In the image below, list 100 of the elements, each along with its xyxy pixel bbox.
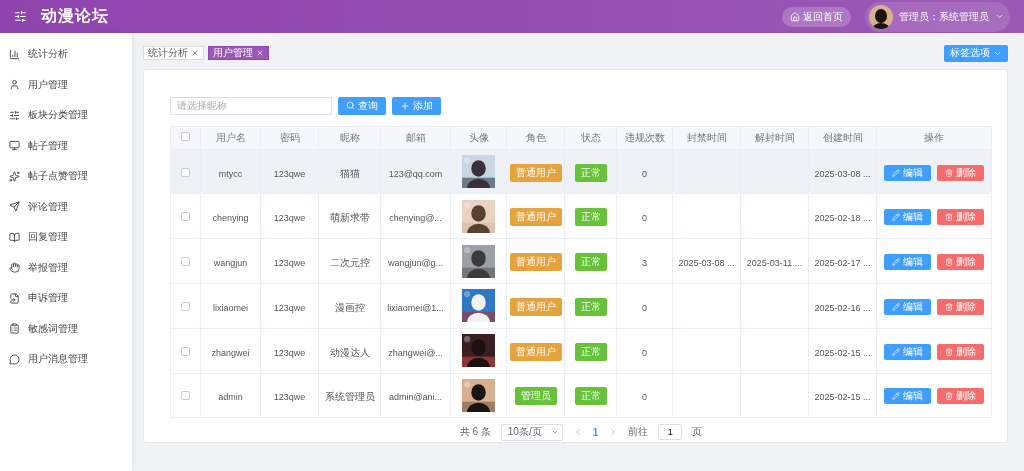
status-tag: 正常 bbox=[574, 387, 607, 406]
table-cell: 0 bbox=[642, 168, 647, 179]
table-cell: 猫猫 bbox=[339, 167, 360, 179]
sparkles-icon bbox=[9, 170, 20, 182]
tab-options-button[interactable]: 标签选项 bbox=[944, 44, 1008, 62]
table-cell: 萌新求带 bbox=[329, 212, 370, 224]
row-checkbox[interactable] bbox=[181, 212, 190, 222]
column-header: 操作 bbox=[876, 126, 992, 150]
clipboard-icon bbox=[9, 323, 20, 335]
delete-button[interactable]: 删除 bbox=[937, 164, 984, 181]
table-cell: 123qwe bbox=[273, 213, 306, 224]
table-cell: chenying bbox=[212, 213, 249, 224]
status-tag: 正常 bbox=[574, 297, 607, 316]
role-tag: 普通用户 bbox=[509, 342, 562, 361]
table-cell: 系统管理员 bbox=[324, 391, 375, 403]
query-button[interactable]: 查询 bbox=[338, 96, 386, 115]
trash-icon bbox=[945, 302, 953, 311]
sidebar-item[interactable]: 敏感词管理 bbox=[28, 321, 78, 336]
table-cell: 2025-02-15 ... bbox=[814, 392, 871, 403]
table-cell: 123qwe bbox=[273, 168, 306, 179]
table-cell: 0 bbox=[642, 392, 647, 403]
table-cell: chenying@... bbox=[389, 213, 442, 224]
table-cell: zhangwei bbox=[211, 347, 250, 358]
edit-button[interactable]: 编辑 bbox=[884, 343, 931, 360]
delete-button[interactable]: 删除 bbox=[937, 298, 984, 315]
sidebar-item[interactable]: 板块分类管理 bbox=[28, 108, 88, 123]
trash-icon bbox=[945, 168, 953, 177]
table-cell: 2025-03-11 ... bbox=[746, 258, 803, 269]
hand-icon bbox=[9, 262, 20, 274]
role-tag: 普通用户 bbox=[509, 208, 562, 227]
table-cell: 2025-02-17 ... bbox=[814, 258, 871, 269]
sidebar-item[interactable]: 统计分析 bbox=[28, 47, 68, 62]
home-button[interactable]: 返回首页 bbox=[782, 6, 851, 27]
edit-button[interactable]: 编辑 bbox=[884, 388, 931, 405]
table-cell: 2025-03-08 ... bbox=[814, 168, 871, 179]
tab[interactable]: 用户管理 bbox=[208, 46, 269, 60]
user-menu[interactable]: 管理员：系统管理员 bbox=[865, 1, 1010, 32]
select-all-checkbox[interactable] bbox=[181, 132, 190, 142]
column-header: 昵称 bbox=[318, 126, 381, 150]
chat-icon bbox=[9, 353, 20, 365]
delete-button[interactable]: 删除 bbox=[937, 209, 984, 226]
column-header: 违规次数 bbox=[616, 126, 673, 150]
table-cell: zhangwei@... bbox=[388, 347, 443, 358]
sidebar-item[interactable]: 帖子管理 bbox=[28, 138, 68, 153]
total-count: 共 6 条 bbox=[459, 425, 491, 440]
page-size-select[interactable]: 10条/页 bbox=[500, 423, 563, 441]
row-checkbox[interactable] bbox=[181, 301, 190, 311]
table-cell: lixiaomei bbox=[213, 302, 248, 313]
goto-field[interactable]: 1 bbox=[658, 424, 683, 441]
page-number[interactable]: 1 bbox=[592, 426, 599, 438]
table-cell: 123qwe bbox=[273, 392, 306, 403]
sidebar-item[interactable]: 回复管理 bbox=[28, 230, 68, 245]
table-cell: 2025-02-16 ... bbox=[814, 302, 871, 313]
table-cell: 0 bbox=[642, 213, 647, 224]
row-checkbox[interactable] bbox=[181, 257, 190, 267]
delete-button[interactable]: 删除 bbox=[937, 254, 984, 271]
sidebar-item[interactable]: 帖子点赞管理 bbox=[28, 169, 88, 184]
add-button[interactable]: 添加 bbox=[392, 96, 441, 115]
delete-button[interactable]: 删除 bbox=[937, 343, 984, 360]
column-header: 邮箱 bbox=[380, 126, 451, 150]
edit-button[interactable]: 编辑 bbox=[884, 164, 931, 181]
role-tag: 普通用户 bbox=[509, 163, 562, 182]
sidebar-item[interactable]: 评论管理 bbox=[28, 199, 68, 214]
table-cell: 动漫达人 bbox=[329, 346, 370, 358]
table-cell: 123qwe bbox=[273, 258, 306, 269]
role-tag: 普通用户 bbox=[509, 297, 562, 316]
edit-button[interactable]: 编辑 bbox=[884, 209, 931, 226]
bar-chart-icon bbox=[9, 48, 20, 60]
goto-label: 前往 bbox=[628, 425, 649, 440]
close-icon[interactable] bbox=[191, 49, 199, 57]
sidebar-item[interactable]: 申诉管理 bbox=[28, 291, 68, 306]
status-tag: 正常 bbox=[574, 208, 607, 227]
column-header: 用户名 bbox=[200, 126, 261, 150]
row-checkbox[interactable] bbox=[181, 346, 190, 356]
delete-button[interactable]: 删除 bbox=[937, 388, 984, 405]
trash-icon bbox=[945, 392, 953, 401]
sidebar-item[interactable]: 用户消息管理 bbox=[28, 352, 88, 367]
pencil-icon bbox=[892, 168, 900, 177]
pencil-icon bbox=[892, 213, 900, 222]
caret-icon bbox=[995, 12, 1004, 21]
edit-button[interactable]: 编辑 bbox=[884, 298, 931, 315]
table-cell: wangjun bbox=[213, 258, 248, 269]
pencil-icon bbox=[892, 258, 900, 267]
column-header: 创建时间 bbox=[808, 126, 877, 150]
search-field[interactable]: 请选择昵称 bbox=[170, 96, 332, 115]
edit-button[interactable]: 编辑 bbox=[884, 254, 931, 271]
row-checkbox[interactable] bbox=[181, 167, 190, 177]
pencil-icon bbox=[892, 347, 900, 356]
status-tag: 正常 bbox=[574, 342, 607, 361]
table-cell: admin@ani... bbox=[388, 392, 443, 403]
sidebar-item[interactable]: 举报管理 bbox=[28, 260, 68, 275]
row-checkbox[interactable] bbox=[181, 391, 190, 401]
tab[interactable]: 统计分析 bbox=[143, 46, 204, 60]
table-cell: mtycc bbox=[218, 168, 243, 179]
table-cell: 2025-03-08 ... bbox=[678, 258, 735, 269]
pencil-icon bbox=[892, 392, 900, 401]
sliders-icon bbox=[9, 109, 20, 121]
menu-icon[interactable] bbox=[14, 10, 27, 23]
plus-icon bbox=[400, 100, 410, 111]
sidebar-item[interactable]: 用户管理 bbox=[28, 77, 68, 92]
